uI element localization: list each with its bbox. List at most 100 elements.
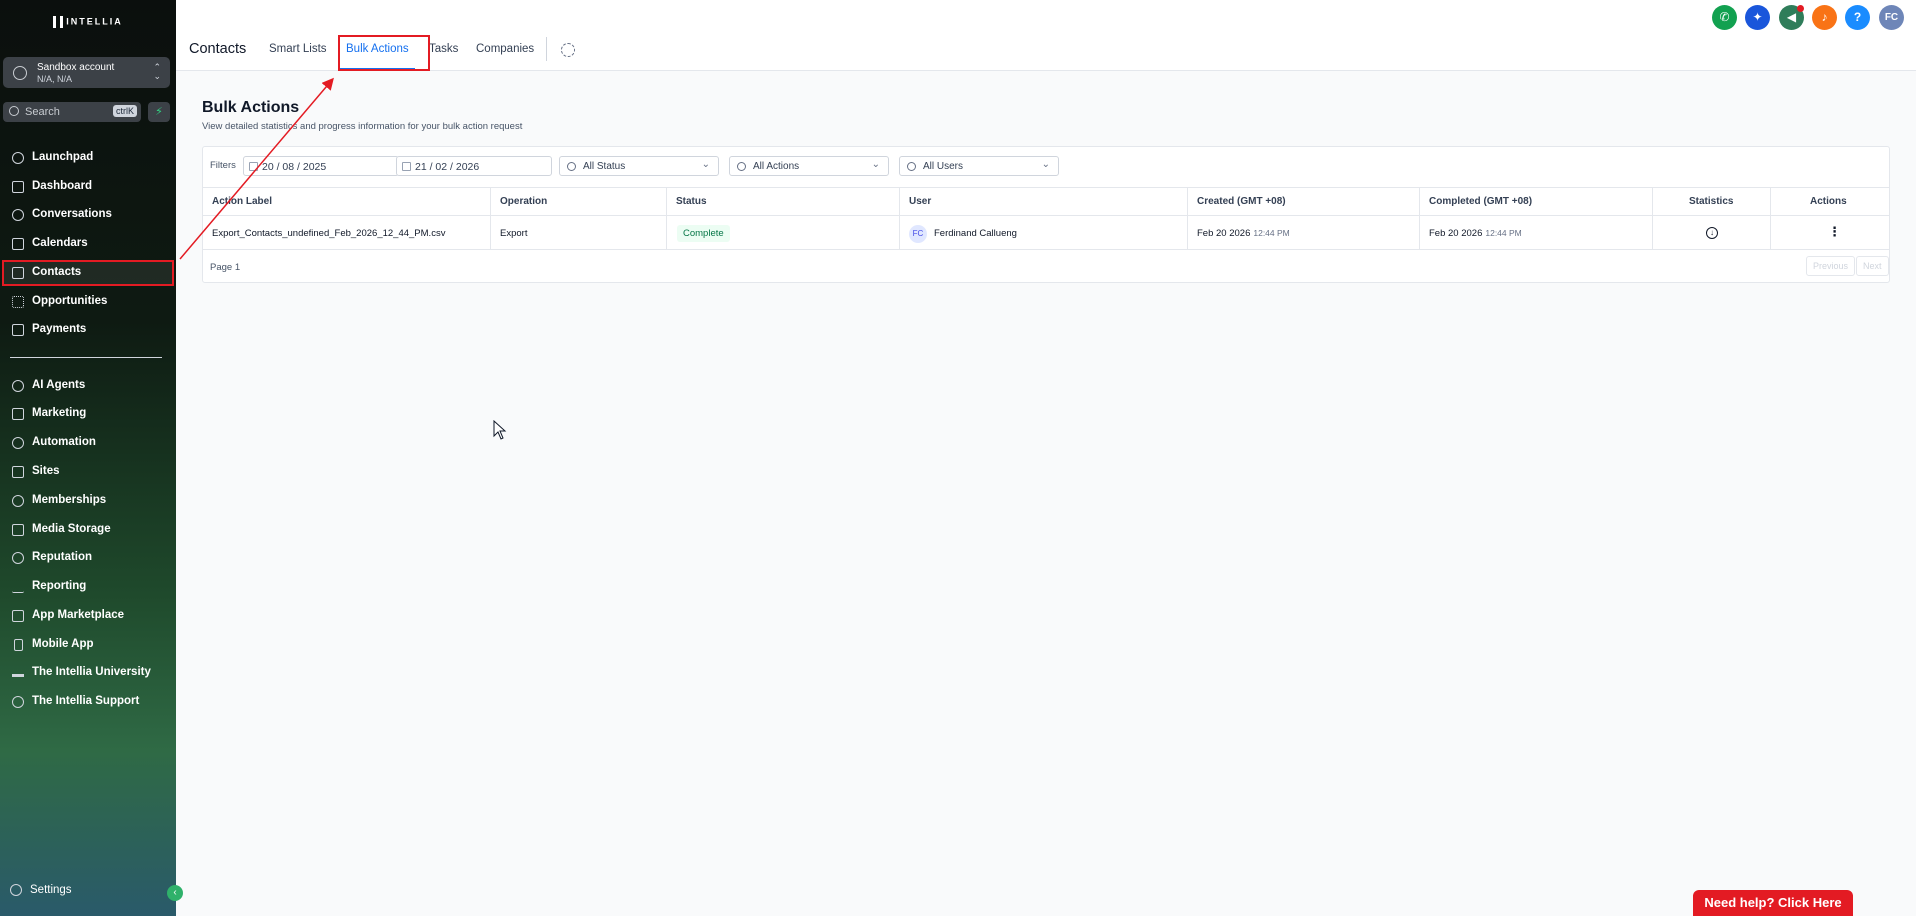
sidebar-item-label: Marketing	[32, 407, 87, 419]
sidebar-item-marketing[interactable]: Marketing	[2, 401, 174, 427]
chevron-down-icon: ⌄	[701, 159, 710, 170]
need-help-button[interactable]: Need help? Click Here	[1693, 890, 1853, 916]
completed-time: 12:44 PM	[1485, 228, 1522, 238]
sidebar-item-calendars[interactable]: Calendars	[2, 231, 174, 257]
contacts-icon	[12, 267, 24, 279]
sidebar-item-university[interactable]: The Intellia University	[2, 660, 174, 686]
next-page-button[interactable]: Next	[1856, 256, 1889, 276]
row-created: Feb 20 2026 12:44 PM	[1197, 228, 1290, 239]
sidebar-item-ai-agents[interactable]: AI Agents	[2, 373, 174, 399]
sidebar-item-label: Contacts	[32, 266, 82, 278]
intellia-logo[interactable]: INTELLIA	[0, 16, 176, 28]
column-header-operation[interactable]: Operation	[500, 196, 547, 207]
sidebar-item-mobile-app[interactable]: Mobile App	[2, 632, 174, 658]
search-icon	[907, 162, 916, 171]
completed-date: Feb 20 2026	[1429, 228, 1483, 239]
column-header-statistics: Statistics	[1689, 196, 1734, 207]
tabs-divider	[546, 37, 547, 61]
column-header-action-label[interactable]: Action Label	[212, 196, 272, 207]
column-header-status[interactable]: Status	[676, 196, 707, 207]
account-name: Sandbox account	[37, 62, 115, 73]
sidebar-item-label: Memberships	[32, 494, 107, 506]
sidebar-item-label: The Intellia University	[32, 666, 151, 678]
start-date-input[interactable]: 20 / 08 / 2025	[243, 156, 399, 176]
chevron-down-icon: ⌄	[871, 159, 880, 170]
column-header-completed[interactable]: Completed (GMT +08)	[1429, 196, 1532, 207]
phone-icon[interactable]: ✆	[1712, 5, 1737, 30]
sidebar-item-automation[interactable]: Automation	[2, 430, 174, 456]
sidebar-item-media-storage[interactable]: Media Storage	[2, 517, 174, 543]
calendar-icon	[249, 162, 258, 171]
sidebar-item-memberships[interactable]: Memberships	[2, 488, 174, 514]
sidebar-item-reputation[interactable]: Reputation	[2, 545, 174, 571]
column-header-created[interactable]: Created (GMT +08)	[1197, 196, 1286, 207]
quick-actions-bolt-icon[interactable]: ⚡	[148, 102, 170, 122]
sidebar-item-launchpad[interactable]: Launchpad	[2, 145, 174, 171]
column-divider	[1187, 187, 1188, 250]
previous-page-button[interactable]: Previous	[1806, 256, 1856, 276]
sidebar-item-label: Reporting	[32, 580, 87, 592]
column-divider	[1770, 187, 1771, 250]
bell-icon[interactable]: ♪	[1812, 5, 1837, 30]
tab-tasks[interactable]: Tasks	[429, 43, 458, 55]
top-bar: Contacts Smart Lists Bulk Actions Tasks …	[176, 0, 1916, 71]
sidebar-item-settings[interactable]: Settings	[10, 884, 72, 896]
users-filter-select[interactable]: All Users ⌄	[899, 156, 1059, 176]
opportunities-icon	[12, 296, 24, 308]
filters-label: Filters	[210, 160, 236, 171]
search-icon	[9, 106, 19, 116]
column-header-actions: Actions	[1810, 196, 1847, 207]
ai-sparkle-icon[interactable]: ✦	[1745, 5, 1770, 30]
sidebar-item-label: The Intellia Support	[32, 695, 140, 707]
sidebar-item-label: App Marketplace	[32, 609, 125, 621]
graduation-cap-icon	[12, 669, 24, 677]
column-header-user[interactable]: User	[909, 196, 931, 207]
apps-icon	[12, 610, 24, 622]
sidebar-item-contacts[interactable]: Contacts	[2, 260, 174, 286]
row-user-name: Ferdinand Callueng	[934, 228, 1017, 239]
sidebar-item-label: Sites	[32, 465, 60, 477]
row-action-label[interactable]: Export_Contacts_undefined_Feb_2026_12_44…	[212, 228, 445, 239]
location-icon	[13, 66, 27, 80]
award-icon	[12, 495, 24, 507]
statistics-arrow-icon[interactable]: ↓	[1706, 227, 1718, 239]
more-options-icon[interactable]: ⋮	[1828, 224, 1841, 240]
sidebar-item-opportunities[interactable]: Opportunities	[2, 289, 174, 315]
row-completed: Feb 20 2026 12:44 PM	[1429, 228, 1522, 239]
support-icon	[12, 696, 24, 708]
sidebar-item-reporting[interactable]: Reporting	[2, 574, 174, 600]
help-icon[interactable]: ?	[1845, 5, 1870, 30]
status-badge: Complete	[677, 225, 730, 242]
actions-filter-select[interactable]: All Actions ⌄	[729, 156, 889, 176]
sidebar-item-label: Dashboard	[32, 180, 93, 192]
calendar-icon	[402, 162, 411, 171]
settings-gear-icon[interactable]	[561, 43, 575, 57]
sidebar-item-label: Calendars	[32, 237, 88, 249]
status-filter-select[interactable]: All Status ⌄	[559, 156, 719, 176]
sidebar-item-sites[interactable]: Sites	[2, 459, 174, 485]
row-operation: Export	[500, 228, 528, 239]
chat-icon	[12, 209, 24, 221]
sidebar-item-label: Mobile App	[32, 638, 94, 650]
sidebar-item-app-marketplace[interactable]: App Marketplace	[2, 603, 174, 629]
tab-companies[interactable]: Companies	[476, 43, 534, 55]
sidebar-item-conversations[interactable]: Conversations	[2, 202, 174, 228]
table-header	[203, 187, 1889, 216]
search-placeholder: Search	[25, 106, 60, 118]
user-avatar[interactable]: FC	[1879, 5, 1904, 30]
sidebar-item-label: Launchpad	[32, 151, 94, 163]
end-date-input[interactable]: 21 / 02 / 2026	[396, 156, 552, 176]
sidebar-item-payments[interactable]: Payments	[2, 317, 174, 343]
sidebar-item-dashboard[interactable]: Dashboard	[2, 174, 174, 200]
tab-smart-lists[interactable]: Smart Lists	[269, 43, 327, 55]
sidebar: INTELLIA Sandbox account N/A, N/A ⌃ ⌄ Sea…	[0, 0, 176, 916]
account-switcher[interactable]: Sandbox account N/A, N/A ⌃ ⌄	[3, 57, 170, 88]
sidebar-item-support[interactable]: The Intellia Support	[2, 689, 174, 715]
notification-dot	[1797, 5, 1804, 12]
chevron-down-icon: ⌄	[1041, 159, 1050, 170]
sparkle-icon	[12, 380, 24, 392]
collapse-sidebar-chevron-icon[interactable]: ‹	[167, 885, 183, 901]
column-divider	[899, 187, 900, 250]
sidebar-search[interactable]: Search ctrlK	[3, 102, 141, 122]
created-date: Feb 20 2026	[1197, 228, 1251, 239]
